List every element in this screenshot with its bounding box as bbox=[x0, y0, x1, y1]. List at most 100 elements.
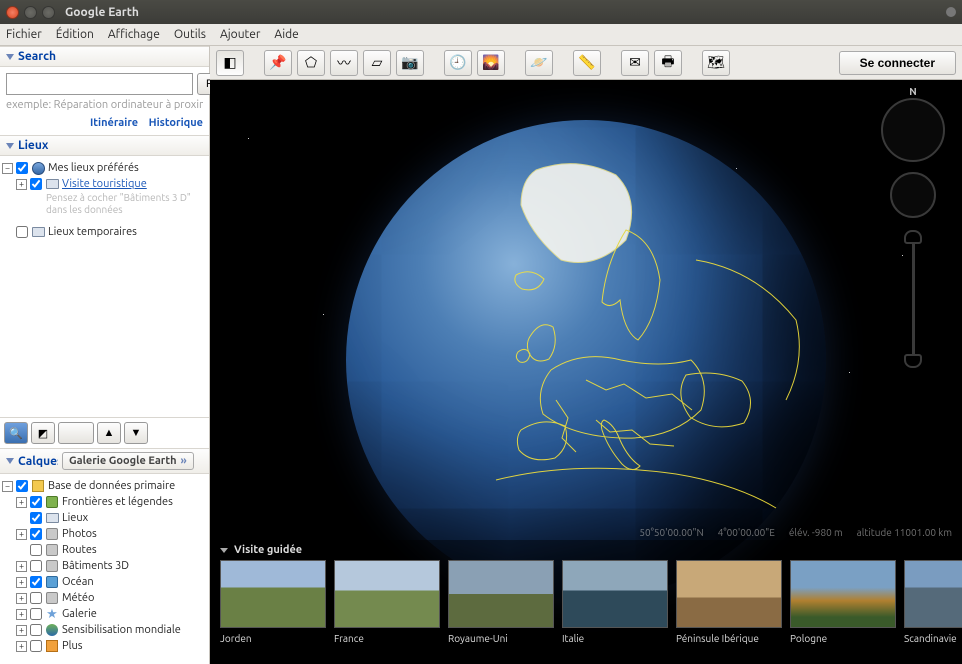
tree-label-sightseeing[interactable]: Visite touristique bbox=[62, 178, 147, 190]
layer-label[interactable]: Routes bbox=[62, 544, 97, 556]
tree-hint: Pensez à cocher "Bâtiments 3 D" dans les… bbox=[2, 192, 207, 216]
weather-icon bbox=[46, 592, 58, 604]
tree-expander[interactable]: + bbox=[16, 625, 27, 636]
planet-button[interactable]: 🪐 bbox=[525, 50, 553, 76]
sunlight-button[interactable]: 🌄 bbox=[477, 50, 505, 76]
panel-places-header[interactable]: Lieux bbox=[0, 135, 209, 156]
tour-item[interactable]: Italie bbox=[562, 560, 668, 644]
tour-item[interactable]: Scandinavie bbox=[904, 560, 962, 644]
window-minimize-button[interactable] bbox=[24, 6, 37, 19]
history-button[interactable]: 🕘 bbox=[444, 50, 472, 76]
tree-expander[interactable]: + bbox=[16, 561, 27, 572]
checkbox-layer[interactable] bbox=[30, 640, 42, 652]
move-down-button[interactable]: ▼ bbox=[124, 422, 148, 444]
layer-label[interactable]: Galerie bbox=[62, 608, 97, 620]
gallery-tab[interactable]: Galerie Google Earth » bbox=[62, 452, 194, 470]
slider-control[interactable] bbox=[58, 422, 94, 444]
link-itinerary[interactable]: Itinéraire bbox=[90, 117, 138, 129]
checkbox-primarydb[interactable] bbox=[16, 480, 28, 492]
search-input[interactable] bbox=[6, 73, 193, 95]
tree-label-temp[interactable]: Lieux temporaires bbox=[48, 226, 137, 238]
view-in-maps-button[interactable]: 🗺 bbox=[702, 50, 730, 76]
checkbox-temp[interactable] bbox=[16, 226, 28, 238]
ruler-button[interactable]: 📏 bbox=[573, 50, 601, 76]
signin-button[interactable]: Se connecter bbox=[839, 51, 956, 75]
layer-label[interactable]: Lieux bbox=[62, 512, 88, 524]
checkbox-layer[interactable] bbox=[30, 560, 42, 572]
panel-layers-header[interactable]: Calques Galerie Google Earth » bbox=[0, 448, 209, 474]
tree-expander[interactable]: + bbox=[16, 577, 27, 588]
tour-item[interactable]: Pologne bbox=[790, 560, 896, 644]
layer-label[interactable]: Bâtiments 3D bbox=[62, 560, 129, 572]
tour-header[interactable]: Visite guidée bbox=[210, 540, 962, 560]
link-history[interactable]: Historique bbox=[149, 117, 203, 129]
layer-label[interactable]: Sensibilisation mondiale bbox=[62, 624, 181, 636]
layer-label[interactable]: Plus bbox=[62, 640, 83, 652]
checkbox-myplaces[interactable] bbox=[16, 162, 28, 174]
move-up-button[interactable]: ▲ bbox=[97, 422, 121, 444]
path-button[interactable]: 〰 bbox=[330, 50, 358, 76]
checkbox-layer[interactable] bbox=[30, 544, 42, 556]
checkbox-layer[interactable] bbox=[30, 528, 42, 540]
find-button[interactable]: 🔍 bbox=[4, 422, 28, 444]
tree-expander[interactable]: − bbox=[2, 481, 13, 492]
tour-label: Italie bbox=[562, 628, 668, 644]
placemark-button[interactable]: 📌 bbox=[264, 50, 292, 76]
tree-label-myplaces[interactable]: Mes lieux préférés bbox=[48, 162, 139, 174]
window-menu-icon[interactable] bbox=[946, 7, 956, 17]
tree-expander[interactable]: + bbox=[16, 641, 27, 652]
panel-search-header[interactable]: Search bbox=[0, 46, 209, 67]
layer-label[interactable]: Océan bbox=[62, 576, 94, 588]
compass-control[interactable]: N bbox=[881, 98, 945, 162]
panel-toggle-button[interactable]: ◩ bbox=[31, 422, 55, 444]
menu-view[interactable]: Affichage bbox=[108, 28, 160, 41]
tour-item[interactable]: France bbox=[334, 560, 440, 644]
checkbox-sightseeing[interactable] bbox=[30, 178, 42, 190]
tree-expander[interactable]: + bbox=[16, 609, 27, 620]
menu-add[interactable]: Ajouter bbox=[220, 28, 260, 41]
layer-label[interactable]: Photos bbox=[62, 528, 97, 540]
record-tour-button[interactable]: 📷 bbox=[396, 50, 424, 76]
country-borders bbox=[346, 120, 826, 600]
layer-label[interactable]: Météo bbox=[62, 592, 94, 604]
checkbox-layer[interactable] bbox=[30, 512, 42, 524]
look-joystick[interactable] bbox=[890, 172, 936, 218]
menu-edit[interactable]: Édition bbox=[56, 28, 94, 41]
tree-expander[interactable]: + bbox=[16, 529, 27, 540]
globe[interactable] bbox=[346, 120, 826, 600]
menu-file[interactable]: Fichier bbox=[6, 28, 42, 41]
tour-title: Visite guidée bbox=[234, 544, 302, 556]
print-button[interactable]: 🖶 bbox=[654, 50, 682, 76]
collapse-icon bbox=[220, 548, 228, 553]
checkbox-layer[interactable] bbox=[30, 608, 42, 620]
menu-help[interactable]: Aide bbox=[274, 28, 298, 41]
tree-expander[interactable]: + bbox=[16, 593, 27, 604]
panel-layers-title: Calques bbox=[18, 455, 58, 468]
sidebar-toggle-button[interactable]: ◧ bbox=[216, 50, 244, 76]
collapse-icon bbox=[6, 143, 14, 149]
checkbox-layer[interactable] bbox=[30, 624, 42, 636]
polygon-button[interactable]: ⬠ bbox=[297, 50, 325, 76]
tour-item[interactable]: Péninsule Ibérique bbox=[676, 560, 782, 644]
image-overlay-button[interactable]: ▱ bbox=[363, 50, 391, 76]
checkbox-layer[interactable] bbox=[30, 576, 42, 588]
window-close-button[interactable] bbox=[6, 6, 19, 19]
tour-item[interactable]: Royaume-Uni bbox=[448, 560, 554, 644]
window-maximize-button[interactable] bbox=[42, 6, 55, 19]
tour-thumbnail bbox=[334, 560, 440, 628]
tree-expander[interactable]: + bbox=[16, 497, 27, 508]
tour-item[interactable]: Jorden bbox=[220, 560, 326, 644]
tree-label-primarydb[interactable]: Base de données primaire bbox=[48, 480, 175, 492]
menu-tools[interactable]: Outils bbox=[174, 28, 206, 41]
tour-thumbnail bbox=[676, 560, 782, 628]
layer-label[interactable]: Frontières et légendes bbox=[62, 496, 173, 508]
zoom-slider[interactable] bbox=[906, 230, 920, 368]
tree-expander[interactable]: − bbox=[2, 163, 13, 174]
globe-viewport[interactable]: N 50°50'00.00"N 4°00'00.00"E élév. -980 … bbox=[210, 80, 962, 664]
email-button[interactable]: ✉ bbox=[621, 50, 649, 76]
main-toolbar: ◧ 📌 ⬠ 〰 ▱ 📷 🕘 🌄 🪐 📏 ✉ 🖶 🗺 Se connecter bbox=[210, 46, 962, 80]
checkbox-layer[interactable] bbox=[30, 592, 42, 604]
tour-thumbnail bbox=[448, 560, 554, 628]
checkbox-layer[interactable] bbox=[30, 496, 42, 508]
tree-expander[interactable]: + bbox=[16, 179, 27, 190]
